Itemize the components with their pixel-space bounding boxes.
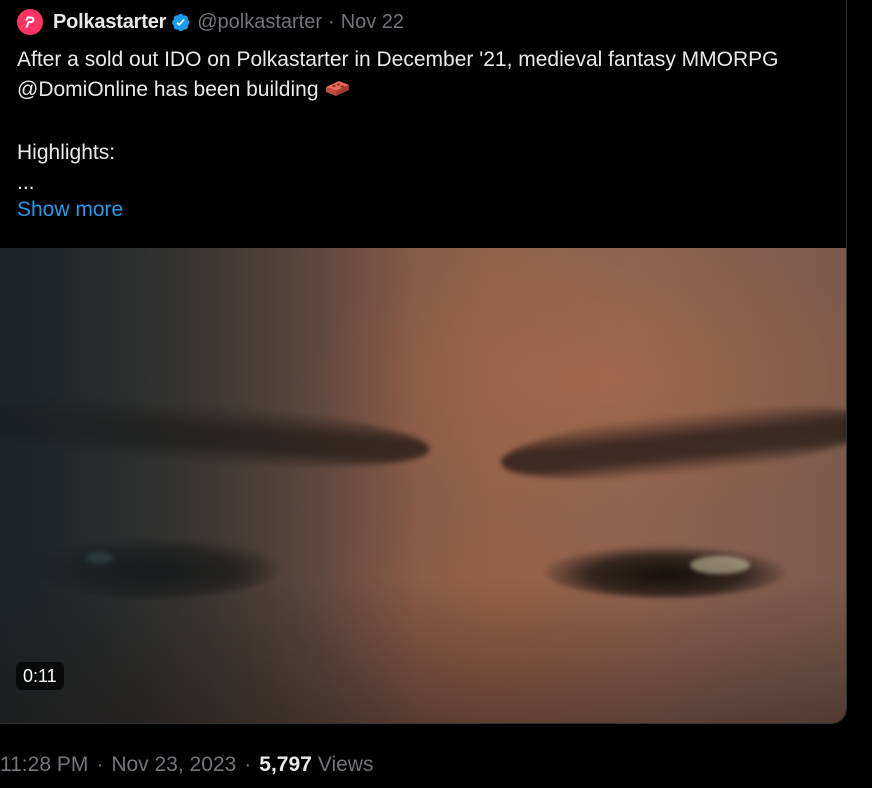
tweet-header: Polkastarter @polkastarter · Nov 22	[17, 9, 404, 35]
author-handle[interactable]: @polkastarter	[197, 11, 322, 34]
show-more-link[interactable]: Show more	[17, 195, 123, 225]
meta-separator: ·	[96, 753, 104, 776]
tweet-page: Polkastarter @polkastarter · Nov 22 Afte…	[0, 0, 872, 788]
tweet-text-ellipsis: ...	[17, 171, 35, 194]
polkastarter-p-icon	[25, 16, 35, 28]
video-frame-detail	[497, 393, 846, 493]
tweet-meta: 11:28 PM · Nov 23, 2023 · 5,797 Views	[0, 751, 373, 779]
verified-badge-icon	[170, 12, 191, 33]
post-date[interactable]: Nov 23, 2023	[111, 751, 236, 779]
tweet-text-line-1: After a sold out IDO on Polkastarter in …	[17, 48, 779, 101]
tweet-date[interactable]: Nov 22	[341, 11, 404, 34]
header-separator: ·	[328, 10, 335, 33]
video-frame-detail	[690, 556, 750, 574]
tweet-text-paragraph-1: After a sold out IDO on Polkastarter in …	[17, 45, 837, 108]
video-frame-shading	[0, 578, 846, 723]
views-count[interactable]: 5,797	[259, 751, 312, 779]
video-player[interactable]: 0:11	[0, 248, 846, 723]
quoted-tweet-card[interactable]: Polkastarter @polkastarter · Nov 22 Afte…	[0, 0, 847, 724]
tweet-text: After a sold out IDO on Polkastarter in …	[17, 45, 837, 198]
meta-separator: ·	[244, 753, 252, 776]
polkastarter-logo-avatar[interactable]	[17, 9, 43, 35]
post-time[interactable]: 11:28 PM	[0, 751, 88, 779]
video-duration-badge: 0:11	[16, 662, 64, 690]
brick-icon	[323, 77, 351, 108]
tweet-text-line-2: Highlights:	[17, 141, 116, 164]
views-label[interactable]: Views	[318, 751, 374, 779]
author-name[interactable]: Polkastarter	[53, 11, 166, 34]
